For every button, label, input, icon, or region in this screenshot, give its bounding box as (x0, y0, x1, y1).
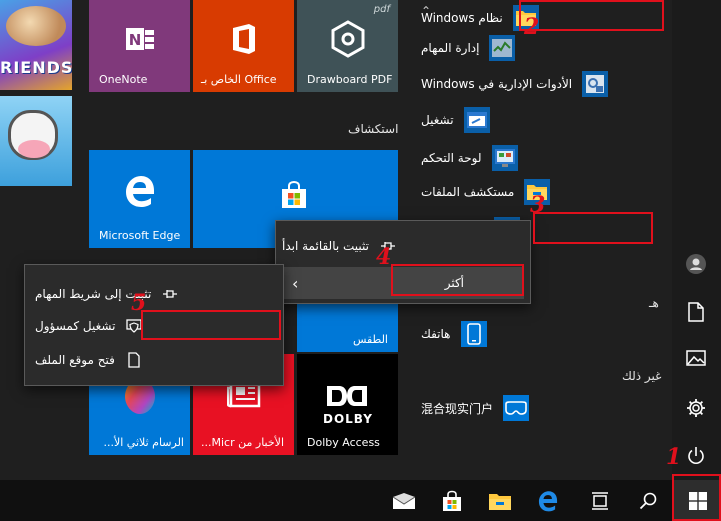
highlight-more (391, 264, 524, 296)
task-manager-icon (489, 35, 516, 61)
app-list-item[interactable]: لوحة التحكم (421, 140, 651, 176)
task-view-icon[interactable] (585, 486, 615, 516)
step-number-4: 4 (376, 244, 392, 270)
tile-label: Dolby Access (307, 436, 380, 449)
phone-icon (460, 321, 487, 347)
tile-label: الأخبار من Micr... (201, 436, 284, 449)
section-header-h: هـ (649, 296, 659, 310)
highlight-windows-system (519, 0, 664, 31)
app-list-label: 混合现实门户 (421, 401, 494, 416)
menu-label: تشغيل كمسؤول (35, 319, 116, 333)
dolby-wordmark: DOLBY (323, 412, 373, 426)
app-list-label: نظام Windows (421, 11, 503, 25)
menu-label: فتح موقع الملف (35, 353, 115, 367)
game-character-art (6, 6, 66, 46)
game-title-text: RIENDS (0, 58, 72, 77)
step-number-1: 1 (666, 444, 682, 470)
app-list-label: مستكشف الملفات (421, 185, 515, 199)
pictures-icon[interactable] (684, 346, 708, 370)
game-tile-cow[interactable] (0, 96, 72, 186)
cow-nose-art (18, 140, 50, 158)
tile-label: Microsoft Edge (99, 229, 181, 242)
tile-onenote[interactable]: N OneNote (89, 0, 190, 92)
pin-to-taskbar-item[interactable]: تثبيت إلى شريط المهام (35, 279, 271, 309)
step-number-3: 3 (530, 192, 546, 218)
tile-office[interactable]: Office الخاص بـ (193, 0, 294, 92)
file-icon (125, 351, 143, 369)
app-list-label: إدارة المهام (421, 41, 480, 55)
pin-icon (161, 285, 179, 303)
tile-label: Drawboard PDF (307, 73, 393, 86)
step-number-2: 2 (524, 14, 540, 40)
onenote-icon: N (123, 22, 157, 56)
unpin-from-start-item[interactable]: تثبيت بالقائمة ابدأ (282, 231, 522, 261)
documents-icon[interactable] (684, 300, 708, 324)
svg-text:N: N (128, 31, 141, 49)
app-list-item[interactable]: الأدوات الإدارية في Windows (421, 66, 651, 102)
tile-label: Office الخاص بـ (201, 73, 277, 86)
tile-label: الرسام ثلاثي الأ... (103, 436, 184, 449)
tile-drawboard-pdf[interactable]: pdf Drawboard PDF (297, 0, 398, 92)
app-list-label: تشغيل (421, 113, 454, 127)
chevron-left-icon: ‹ (292, 273, 299, 293)
app-list-item[interactable]: هاتفك (421, 316, 651, 352)
edge-icon (123, 174, 157, 208)
mixed-reality-icon (503, 395, 530, 421)
edge-taskbar-icon[interactable] (533, 486, 563, 516)
game-tile-friends[interactable]: RIENDS (0, 0, 72, 90)
power-icon[interactable] (684, 444, 708, 468)
highlight-start-button (672, 474, 721, 521)
file-explorer-taskbar-icon[interactable] (485, 486, 515, 516)
highlight-run-as-admin (141, 310, 281, 340)
section-header-other: غير ذلك (622, 369, 662, 383)
tile-dolby-access[interactable]: DOLBY Dolby Access (297, 354, 398, 455)
tile-label: OneNote (99, 73, 148, 86)
start-side-rail (672, 0, 721, 480)
store-icon (279, 180, 309, 213)
dolby-logo-icon (325, 384, 369, 411)
pdf-badge: pdf (373, 4, 390, 15)
store-taskbar-icon[interactable] (437, 486, 467, 516)
drawboard-icon (328, 19, 368, 59)
app-list-item[interactable]: 混合现实门户 (421, 390, 651, 426)
app-list-label: لوحة التحكم (421, 151, 482, 165)
step-number-5: 5 (131, 290, 147, 316)
open-file-location-item[interactable]: فتح موقع الملف (35, 345, 271, 375)
app-list-label: هاتفك (421, 327, 451, 341)
tile-label: الطقس (352, 333, 388, 346)
office-icon (229, 22, 259, 56)
mail-icon[interactable] (389, 486, 419, 516)
control-panel-icon (491, 145, 518, 171)
admin-tools-icon (582, 71, 609, 97)
app-list-item[interactable]: تشغيل (421, 102, 651, 138)
settings-gear-icon[interactable] (684, 396, 708, 420)
menu-label: تثبيت بالقائمة ابدأ (282, 239, 370, 253)
highlight-command-prompt (533, 212, 653, 244)
search-icon[interactable] (633, 486, 663, 516)
section-header-explore: استكشاف (348, 122, 399, 136)
taskbar (0, 480, 721, 521)
app-list-label: الأدوات الإدارية في Windows (421, 77, 573, 91)
tile-microsoft-edge[interactable]: Microsoft Edge (89, 150, 190, 248)
user-avatar-icon[interactable] (684, 252, 708, 276)
run-icon (463, 107, 490, 133)
